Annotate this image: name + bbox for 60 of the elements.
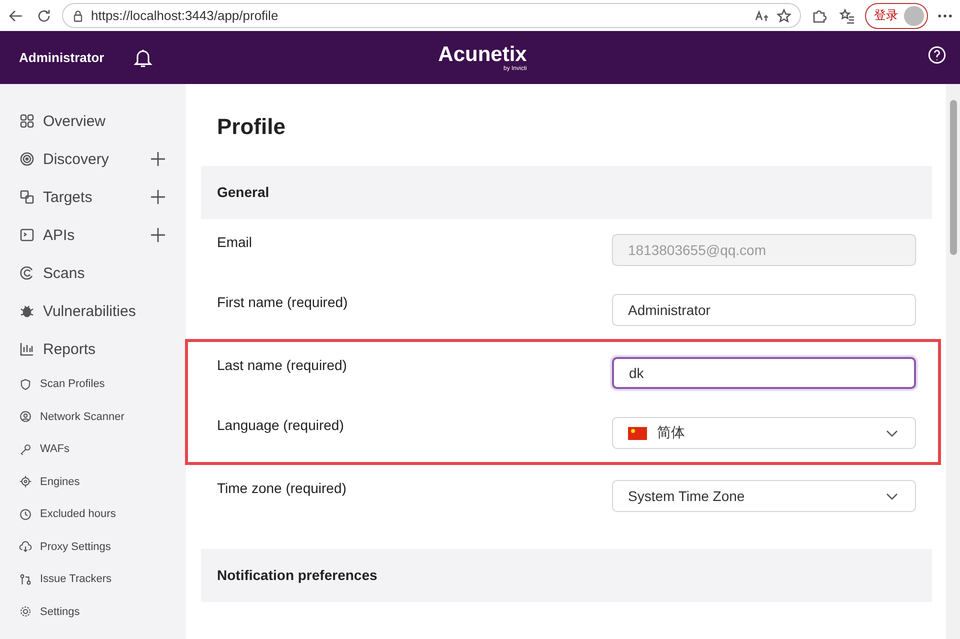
gear-icon — [19, 605, 32, 618]
plus-icon[interactable] — [150, 151, 166, 167]
crosshair-icon — [19, 475, 32, 488]
sidebar-item[interactable]: Scans — [0, 254, 186, 292]
clock-icon — [19, 508, 32, 521]
target-icon — [19, 151, 35, 167]
back-icon — [8, 8, 24, 24]
sidebar-item[interactable]: Overview — [0, 102, 186, 140]
sidebar-item[interactable]: Settings — [0, 596, 186, 628]
logo-text: Acunetix — [438, 44, 527, 64]
user-name[interactable]: Administrator — [19, 50, 104, 65]
terminal-icon — [19, 227, 35, 243]
section-heading: General — [201, 166, 932, 219]
sidebar-item[interactable]: Engines — [0, 466, 186, 498]
help-icon[interactable] — [928, 46, 946, 64]
field-label: First name (required) — [217, 294, 348, 310]
key-icon — [19, 442, 32, 456]
scan-icon — [19, 265, 35, 281]
page-title: Profile — [216, 113, 286, 141]
section-heading: Notification preferences — [201, 549, 932, 602]
user-circle-icon — [19, 410, 32, 424]
sidebar-item[interactable]: Vulnerabilities — [0, 292, 186, 330]
grid-icon — [19, 113, 35, 129]
sidebar-item[interactable]: Targets — [0, 178, 186, 216]
field-label: Time zone (required) — [217, 480, 346, 496]
field-label: Language (required) — [217, 417, 344, 433]
bar-chart-icon — [19, 341, 35, 357]
sidebar-item[interactable]: Excluded hours — [0, 498, 186, 530]
flag-icon — [628, 426, 647, 440]
sidebar-item[interactable]: Issue Trackers — [0, 563, 186, 596]
sidebar-item[interactable]: Network Scanner — [0, 400, 186, 433]
select-field[interactable]: System Time Zone — [612, 480, 916, 512]
plus-icon[interactable] — [150, 189, 166, 205]
star-list-icon — [839, 8, 855, 24]
shield-icon — [19, 378, 32, 391]
address-bar[interactable]: https://localhost:3443/app/profile — [62, 3, 801, 28]
branch-icon — [19, 572, 32, 586]
sidebar-item[interactable]: Proxy Settings — [0, 530, 186, 563]
sidebar-item[interactable]: WAFs — [0, 433, 186, 466]
sidebar-item[interactable]: APIs — [0, 216, 186, 254]
bug-icon — [19, 303, 35, 319]
scrollbar[interactable] — [946, 84, 960, 639]
copy-icon — [19, 189, 35, 205]
star-icon — [776, 8, 792, 24]
text-field[interactable]: dk — [612, 357, 916, 389]
lock-icon — [71, 8, 85, 22]
sidebar-item[interactable]: Discovery — [0, 140, 186, 178]
sidebar-item[interactable]: Reports — [0, 330, 186, 368]
text-field[interactable]: Administrator — [612, 294, 916, 326]
login-button[interactable]: 登录 — [865, 2, 928, 28]
sidebar-item[interactable]: Scan Profiles — [0, 368, 186, 400]
field-label: Email — [217, 234, 252, 250]
reload-icon — [36, 8, 52, 24]
puzzle-icon — [811, 8, 827, 24]
avatar-icon — [904, 6, 924, 26]
select-field[interactable]: 简体 — [612, 417, 916, 449]
more-icon[interactable] — [938, 14, 952, 18]
plus-icon[interactable] — [150, 227, 166, 243]
cloud-icon — [19, 540, 32, 554]
field-label: Last name (required) — [217, 357, 347, 373]
